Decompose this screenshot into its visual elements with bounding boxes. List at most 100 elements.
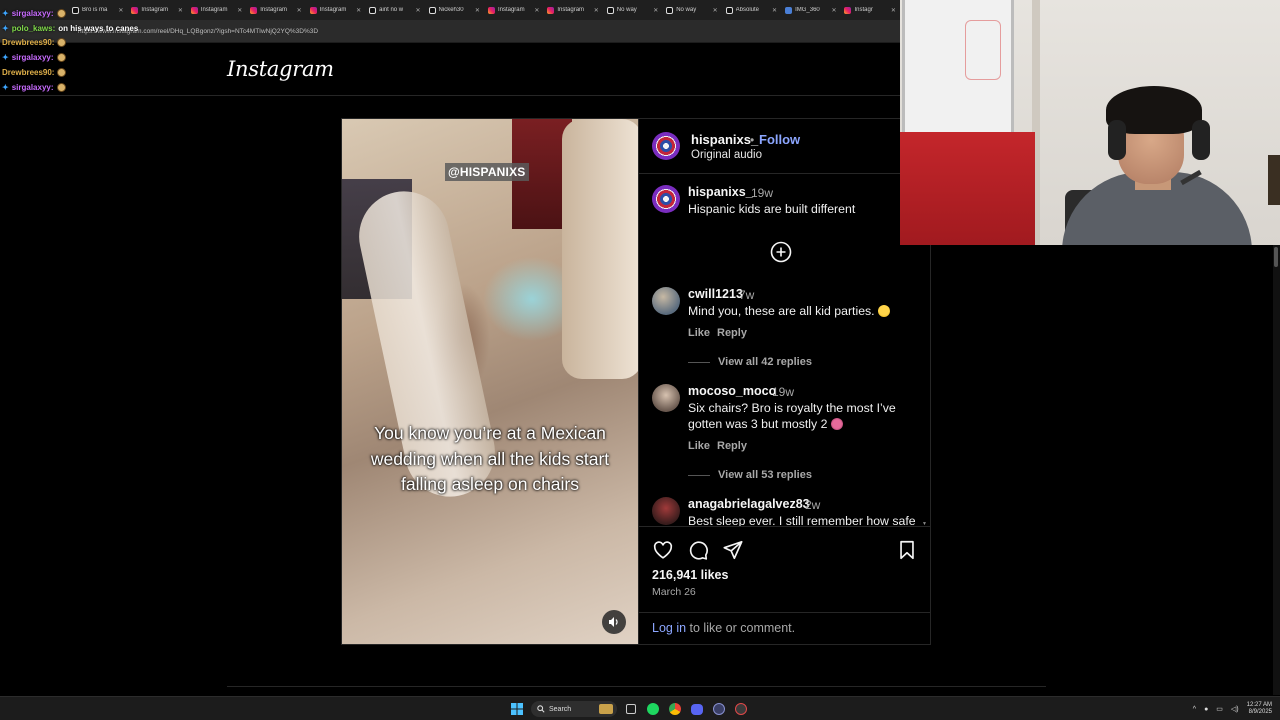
spotify-icon[interactable]: [645, 701, 661, 717]
tiktok-icon: [369, 6, 377, 14]
comment-username[interactable]: mocoso_moco: [688, 384, 776, 398]
comment-avatar[interactable]: [652, 384, 680, 412]
tab-close-icon[interactable]: ✕: [772, 7, 777, 14]
chat-username[interactable]: Drewbrees90:: [2, 68, 54, 77]
chat-username[interactable]: sirgalaxyy:: [12, 83, 54, 92]
follow-button[interactable]: Follow: [759, 132, 800, 147]
likes-count[interactable]: 216,941 likes: [652, 568, 728, 582]
chat-message: Drewbrees90:: [2, 36, 202, 51]
browser-tab[interactable]: Nickeh30 ✕: [425, 1, 484, 19]
browser-tab[interactable]: Instagram ✕: [246, 1, 305, 19]
browser-tab[interactable]: Instagr ✕: [840, 1, 899, 19]
clock-date: 8/9/2025: [1248, 709, 1272, 715]
caption-avatar[interactable]: [652, 185, 680, 213]
tab-close-icon[interactable]: ✕: [475, 7, 480, 14]
author-avatar[interactable]: [652, 132, 680, 160]
tab-close-icon[interactable]: ✕: [534, 7, 539, 14]
chat-emote-icon: [56, 82, 66, 92]
tab-label: Instagram: [260, 7, 287, 13]
comment-username[interactable]: cwill1213: [688, 287, 743, 301]
browser-tab[interactable]: aint no w ✕: [365, 1, 424, 19]
speaker-icon: [609, 617, 618, 627]
windows-start-icon[interactable]: [509, 701, 525, 717]
chat-text: on his ways to canes: [58, 23, 139, 33]
browser-tab[interactable]: Absolute ✕: [722, 1, 781, 19]
bookmark-icon[interactable]: [896, 539, 918, 561]
tab-close-icon[interactable]: ✕: [713, 7, 718, 14]
chat-username[interactable]: sirgalaxyy:: [12, 9, 54, 18]
laugh-emoji-icon: [878, 305, 891, 317]
reply-button[interactable]: Reply: [717, 327, 747, 339]
audio-label[interactable]: Original audio: [691, 149, 762, 161]
author-username[interactable]: hispanixs_: [691, 132, 758, 147]
heart-icon[interactable]: [652, 539, 674, 561]
taskbar-clock[interactable]: 12:27 AM 8/9/2025: [1247, 702, 1272, 717]
login-prompt-text: to like or comment.: [686, 621, 796, 635]
share-icon[interactable]: [722, 539, 744, 561]
comment-time: 7w: [739, 288, 755, 302]
taskbar-search[interactable]: Search: [531, 701, 617, 717]
comments-list[interactable]: hispanixs_ 19w Hispanic kids are built d…: [639, 175, 931, 526]
video-watermark: @HISPANIXS: [445, 163, 529, 181]
comment-time: 19w: [772, 385, 795, 399]
page-scrollbar[interactable]: [1273, 245, 1280, 695]
chat-username[interactable]: Drewbrees90:: [2, 38, 54, 47]
chat-emote-icon: [56, 8, 66, 18]
plus-circle-icon[interactable]: [770, 241, 792, 263]
obs-icon[interactable]: [733, 701, 749, 717]
tab-close-icon[interactable]: ✕: [416, 7, 421, 14]
reply-button[interactable]: Reply: [717, 440, 747, 452]
scrollbar-thumb[interactable]: [1274, 247, 1278, 267]
like-comment-button[interactable]: Like: [688, 327, 710, 339]
reel-video[interactable]: @HISPANIXS You know you’re at a Mexican …: [342, 119, 638, 644]
comment-avatar[interactable]: [652, 497, 680, 525]
tab-label: aint no w: [379, 7, 404, 13]
chat-badge-icon: ✦: [2, 82, 9, 92]
tab-close-icon[interactable]: ✕: [653, 7, 658, 14]
chevron-up-icon[interactable]: ^: [1193, 706, 1196, 713]
tab-close-icon[interactable]: ✕: [356, 7, 361, 14]
chat-username[interactable]: polo_kaws:: [12, 24, 56, 33]
comment-icon[interactable]: [687, 539, 709, 561]
chat-message: ✦ sirgalaxyy:: [2, 50, 202, 65]
like-comment-button[interactable]: Like: [688, 440, 710, 452]
tab-close-icon[interactable]: ✕: [237, 7, 242, 14]
discord-icon[interactable]: [689, 701, 705, 717]
tab-label: Instagr: [854, 7, 873, 13]
tab-close-icon[interactable]: ✕: [891, 7, 896, 14]
mute-button[interactable]: [602, 610, 626, 634]
browser-tab[interactable]: No way ✕: [662, 1, 721, 19]
instagram-icon: [250, 6, 258, 14]
view-replies-button[interactable]: View all 42 replies: [718, 356, 812, 368]
eyes-emoji-icon: [830, 418, 843, 430]
browser-tab[interactable]: IMG_360 ✕: [781, 1, 840, 19]
instagram-logo[interactable]: Instagram: [227, 57, 334, 81]
browser-tab[interactable]: Instagram ✕: [543, 1, 602, 19]
tab-close-icon[interactable]: ✕: [297, 7, 302, 14]
tab-close-icon[interactable]: ✕: [594, 7, 599, 14]
mic-tray-icon[interactable]: ●: [1204, 706, 1208, 713]
view-replies-button[interactable]: View all 53 replies: [718, 469, 812, 481]
post-card: @HISPANIXS You know you’re at a Mexican …: [341, 118, 931, 645]
browser-tab[interactable]: Instagram ✕: [484, 1, 543, 19]
browser-tab[interactable]: No way ✕: [603, 1, 662, 19]
caption-username[interactable]: hispanixs_: [688, 185, 753, 199]
login-prompt: Log in to like or comment.: [639, 612, 931, 644]
comment-username[interactable]: anagabrielagalvez83: [688, 497, 810, 511]
comment-body: Mind you, these are all kid parties.: [688, 304, 875, 318]
chrome-icon[interactable]: [667, 701, 683, 717]
comment-avatar[interactable]: [652, 287, 680, 315]
tab-close-icon[interactable]: ✕: [831, 7, 836, 14]
login-link[interactable]: Log in: [652, 621, 686, 635]
chat-username[interactable]: sirgalaxyy:: [12, 53, 54, 62]
app-icon[interactable]: [711, 701, 727, 717]
red-flag: [900, 132, 1035, 245]
task-view-icon[interactable]: [623, 701, 639, 717]
volume-icon[interactable]: ◁): [1231, 705, 1239, 713]
header-divider: [0, 95, 900, 96]
browser-tab[interactable]: Instagram ✕: [306, 1, 365, 19]
tiktok-icon: [666, 6, 674, 14]
separator-dot: •: [750, 133, 755, 147]
network-icon[interactable]: ▭: [1216, 705, 1223, 713]
replies-line: [688, 475, 710, 476]
